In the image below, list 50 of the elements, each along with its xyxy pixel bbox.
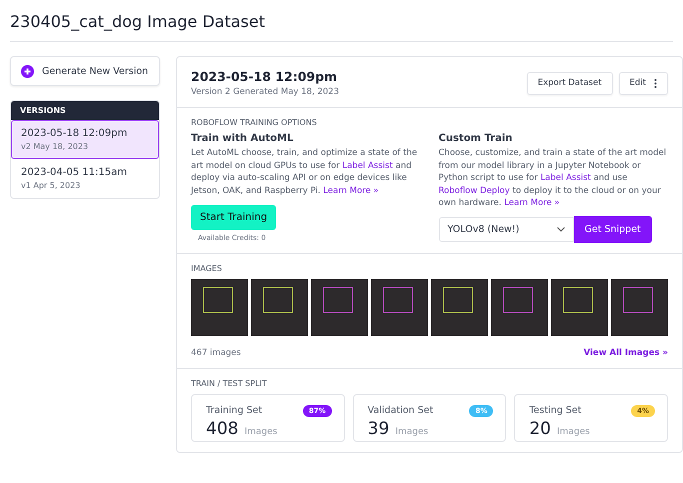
version-subtitle: v2 May 18, 2023 (21, 142, 90, 151)
export-button[interactable]: Export Dataset (526, 72, 613, 94)
photo-placeholder[interactable] (611, 278, 668, 336)
unit-label: Images (556, 426, 590, 436)
link[interactable]: Label Assist (342, 160, 393, 170)
model-select[interactable]: YOLOv8 (New!) (438, 216, 574, 242)
page-title: 230405_cat_dog Image Dataset (10, 0, 673, 42)
section-heading: ROBOFLOW TRAINING OPTIONS (191, 118, 318, 127)
photo-placeholder[interactable] (551, 278, 608, 336)
photo-placeholder[interactable] (191, 278, 248, 336)
section-heading: IMAGES (191, 264, 223, 272)
image-count: 467 images (191, 348, 241, 358)
version-title: 2023-05-18 12:09pm (191, 69, 338, 84)
version-subtitle: v1 Apr 5, 2023 (21, 181, 82, 190)
option-description: Choose, customize, and train a state of the art model from our model library in a Jupyter Notebook or Python script to use for Label Assist and use Roboflow Deploy to deploy it to the cloud or on your own hardware. Learn More » (438, 147, 668, 210)
image-total: 39 (368, 418, 390, 438)
set-name: Validation Set (368, 405, 434, 416)
set-name: Testing Set (529, 405, 582, 416)
unit-label: Images (395, 426, 428, 436)
option-title: Train with AutoML (191, 133, 294, 144)
edit-button[interactable]: Edit (618, 72, 668, 94)
get-snippet-button[interactable]: Get Snippet (574, 216, 652, 242)
link[interactable]: Learn More » (504, 198, 560, 208)
start-training-button[interactable]: Start Training (191, 205, 276, 230)
photo-placeholder[interactable] (251, 278, 308, 336)
version-item[interactable]: 2023-04-05 11:15am v1 Apr 5, 2023 (11, 159, 159, 198)
option-title: Custom Train (438, 133, 514, 144)
version-subtitle: Version 2 Generated May 18, 2023 (191, 87, 339, 97)
plus-icon (21, 64, 34, 78)
photo-placeholder[interactable] (311, 278, 368, 336)
more-icon (654, 78, 657, 88)
photo-placeholder[interactable] (491, 278, 548, 336)
image-total: 408 (206, 418, 238, 438)
photo-placeholder[interactable] (431, 278, 488, 336)
version-date: 2023-04-05 11:15am (21, 167, 128, 178)
section-heading: TRAIN / TEST SPLIT (191, 378, 268, 388)
generate-version-button[interactable]: Generate New Version (10, 56, 160, 86)
unit-label: Images (244, 426, 278, 436)
link[interactable]: Learn More » (323, 186, 379, 196)
versions-heading: VERSIONS (11, 101, 159, 120)
set-name: Training Set (206, 405, 262, 416)
link[interactable]: Label Assist (540, 173, 591, 183)
view-all-link[interactable]: View All Images » (584, 348, 668, 358)
image-total: 20 (529, 418, 551, 438)
option-description: Let AutoML choose, train, and optimize a state of the art model on cloud GPUs to use for Label Assist and deploy via auto-scaling API or on edge devices like Jetson, OAK, and Raspberry Pi. Learn More » (191, 147, 418, 197)
chevron-down-icon (556, 226, 564, 232)
version-date: 2023-05-18 12:09pm (21, 128, 128, 139)
link[interactable]: Roboflow Deploy (438, 186, 510, 196)
photo-placeholder[interactable] (371, 278, 428, 336)
version-item[interactable]: 2023-05-18 12:09pm v2 May 18, 2023 (11, 120, 159, 159)
